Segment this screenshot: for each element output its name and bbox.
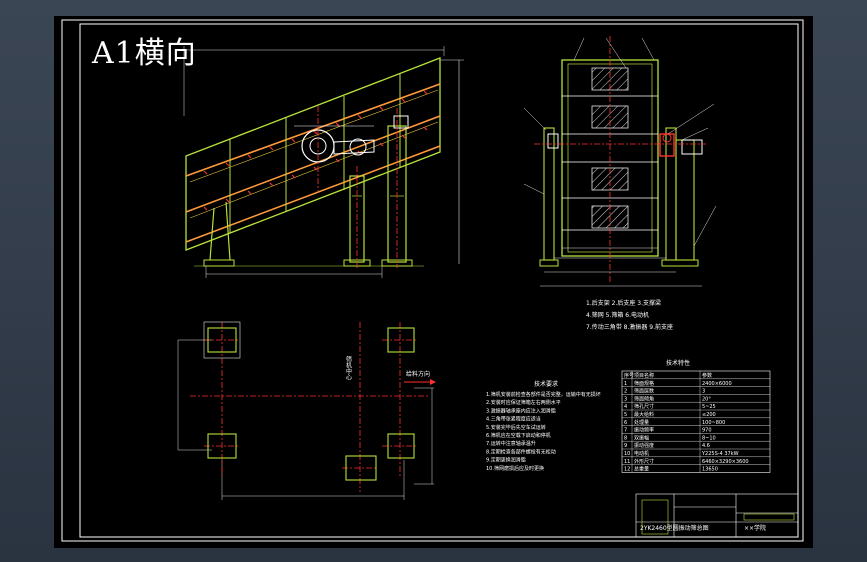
requirements-heading: 技术要求: [534, 380, 558, 388]
specs-cell: 10: [624, 451, 630, 457]
technical-requirements: 技术要求 1.筛机安装前检查各部件是否完整，运输中有无损坏2.安装时应保证筛箱左右…: [486, 380, 601, 472]
specs-cell: Y225S-4 37kW: [701, 451, 739, 457]
requirement-line: 4.三角带张紧程度应适当: [486, 416, 541, 423]
requirement-line: 5.安装完毕后先空车试运转: [486, 424, 546, 431]
specs-cell: 4: [624, 404, 627, 410]
specs-cell: 970: [702, 428, 712, 434]
plan-view: [177, 321, 436, 500]
cad-viewport[interactable]: 1.后支架 2.后支座 3.支撑梁 4.筛网 5.筛箱 6.电动机 7.传动三角带 …: [54, 16, 813, 548]
specs-cell: 3: [702, 389, 705, 395]
specs-cell: 6: [624, 420, 627, 426]
specs-cell: 2: [624, 389, 627, 395]
specs-cell: 序号: [624, 372, 634, 379]
legend-line: 1.后支架 2.后支座 3.支撑梁: [586, 299, 661, 307]
requirement-line: 8.定期检查各部件螺栓有无松动: [486, 448, 556, 455]
requirement-line: 10.筛网磨损后应及时更换: [486, 465, 544, 472]
requirement-line: 7.运转中注意轴承温升: [486, 440, 536, 447]
inner-border: [79, 23, 799, 538]
specs-cell: 振动频率: [634, 427, 654, 434]
specs-cell: 最大给料: [634, 411, 654, 418]
legend-line: 4.筛网 5.筛箱 6.电动机: [586, 311, 649, 319]
specs-table: 技术特性序号 项目名称 参数 1 筛面规格 2400×6000 2 筛面层数 3 3 筛面倾角 20°…: [621, 359, 771, 473]
specs-heading: 技术特性: [666, 359, 690, 367]
specs-cell: 外形尺寸: [634, 458, 654, 465]
outer-border: [61, 19, 804, 542]
cad-drawing: 1.后支架 2.后支座 3.支撑梁 4.筛网 5.筛箱 6.电动机 7.传动三角带 …: [61, 19, 804, 542]
requirement-line: 6.筛机应在空载下启动和停机: [486, 432, 551, 439]
legend-line: 7.传动三角带 8.激振器 9.前支座: [586, 323, 673, 331]
specs-cell: 5: [624, 412, 627, 418]
specs-cell: 筛面倾角: [634, 395, 654, 402]
specs-cell: ≤200: [702, 412, 716, 418]
specs-cell: 振动强度: [634, 442, 654, 449]
specs-cell: 9: [624, 443, 627, 449]
plan-arrow-label: 给料方向: [406, 370, 430, 378]
specs-cell: 电动机: [634, 450, 649, 457]
specs-cell: 总重量: [634, 466, 649, 473]
specs-cell: 8~10: [702, 435, 716, 441]
specs-cell: 6460×3290×3600: [702, 459, 749, 465]
specs-cell: 8: [624, 435, 627, 441]
plan-center-label: 筛机中心: [345, 355, 352, 380]
specs-cell: 筛面规格: [634, 380, 654, 387]
specs-cell: 双振幅: [634, 434, 649, 441]
requirement-line: 2.安装时应保证筛箱左右两侧水平: [486, 399, 561, 406]
side-view: [183, 46, 464, 278]
specs-cell: 13650: [702, 467, 718, 473]
specs-cell: 1: [624, 381, 627, 387]
specs-cell: 筛面层数: [634, 388, 654, 395]
specs-cell: 12: [624, 467, 630, 473]
drawing-name: 2YK2460型圆振动筛总图: [640, 524, 709, 532]
specs-cell: 7: [624, 428, 627, 434]
sheet-title: A1横向: [92, 36, 197, 71]
school-name: ××学院: [744, 524, 766, 532]
end-view: [523, 36, 717, 287]
specs-cell: 处理量: [634, 419, 649, 426]
specs-cell: 11: [624, 459, 630, 465]
requirement-line: 9.定期更换润滑脂: [486, 457, 526, 464]
specs-cell: 4.6: [702, 443, 710, 449]
specs-cell: 参数: [702, 372, 712, 379]
specs-cell: 5~25: [702, 404, 716, 410]
specs-cell: 2400×6000: [702, 381, 732, 387]
specs-cell: 筛孔尺寸: [634, 403, 654, 410]
specs-cell: 20°: [702, 396, 711, 402]
requirement-line: 3.激振器轴承座内应注入润滑脂: [486, 407, 556, 414]
specs-cell: 3: [624, 396, 627, 402]
specs-cell: 项目名称: [634, 372, 654, 379]
specs-cell: 100~800: [702, 420, 725, 426]
parts-legend: 1.后支架 2.后支座 3.支撑梁 4.筛网 5.筛箱 6.电动机 7.传动三角带 …: [586, 299, 673, 331]
requirement-line: 1.筛机安装前检查各部件是否完整，运输中有无损坏: [486, 391, 601, 398]
